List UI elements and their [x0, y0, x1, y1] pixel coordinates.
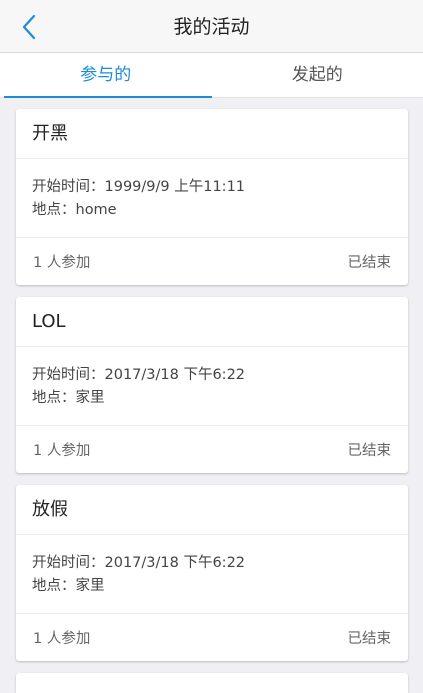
tab-initiated[interactable]: 发起的 [212, 53, 423, 97]
activity-details: 开始时间：2017/3/18 下午6:22 地点：家里 [16, 347, 408, 426]
activity-card[interactable]: 放假 开始时间：2017/3/18 下午6:22 地点：家里 1 人参加 已结束 [16, 485, 408, 661]
activity-location: 地点：家里 [32, 387, 392, 410]
activity-footer: 1 人参加 已结束 [16, 238, 408, 285]
status-badge: 已结束 [348, 439, 392, 460]
activity-details: 开始时间：2017/3/18 下午6:22 地点：家里 [16, 535, 408, 614]
participant-count: 1 人参加 [33, 251, 90, 272]
activity-start-time: 开始时间：2017/3/18 下午6:22 [32, 552, 392, 575]
activity-start-time: 开始时间：2017/3/18 下午6:22 [32, 364, 392, 387]
activity-footer: 1 人参加 已结束 [16, 614, 408, 661]
participant-count: 1 人参加 [33, 439, 90, 460]
nav-bar: 我的活动 [0, 0, 423, 53]
status-badge: 已结束 [348, 627, 392, 648]
activity-details: 开始时间：1999/9/9 上午11:11 地点：home [16, 159, 408, 238]
tab-participated[interactable]: 参与的 [0, 53, 212, 97]
activity-title: 开黑 [16, 109, 408, 159]
activity-start-time: 开始时间：1999/9/9 上午11:11 [32, 176, 392, 199]
activity-card-partial[interactable] [16, 673, 408, 693]
activity-location: 地点：家里 [32, 575, 392, 598]
activity-footer: 1 人参加 已结束 [16, 426, 408, 473]
status-badge: 已结束 [348, 251, 392, 272]
activity-card[interactable]: 开黑 开始时间：1999/9/9 上午11:11 地点：home 1 人参加 已… [16, 109, 408, 285]
activity-title: LOL [16, 297, 408, 347]
activity-location: 地点：home [32, 199, 392, 222]
activity-list: 开黑 开始时间：1999/9/9 上午11:11 地点：home 1 人参加 已… [16, 109, 408, 693]
page-title: 我的活动 [0, 0, 423, 53]
activity-card[interactable]: LOL 开始时间：2017/3/18 下午6:22 地点：家里 1 人参加 已结… [16, 297, 408, 473]
tab-bar: 参与的 发起的 [0, 53, 423, 98]
activity-title: 放假 [16, 485, 408, 535]
participant-count: 1 人参加 [33, 627, 90, 648]
